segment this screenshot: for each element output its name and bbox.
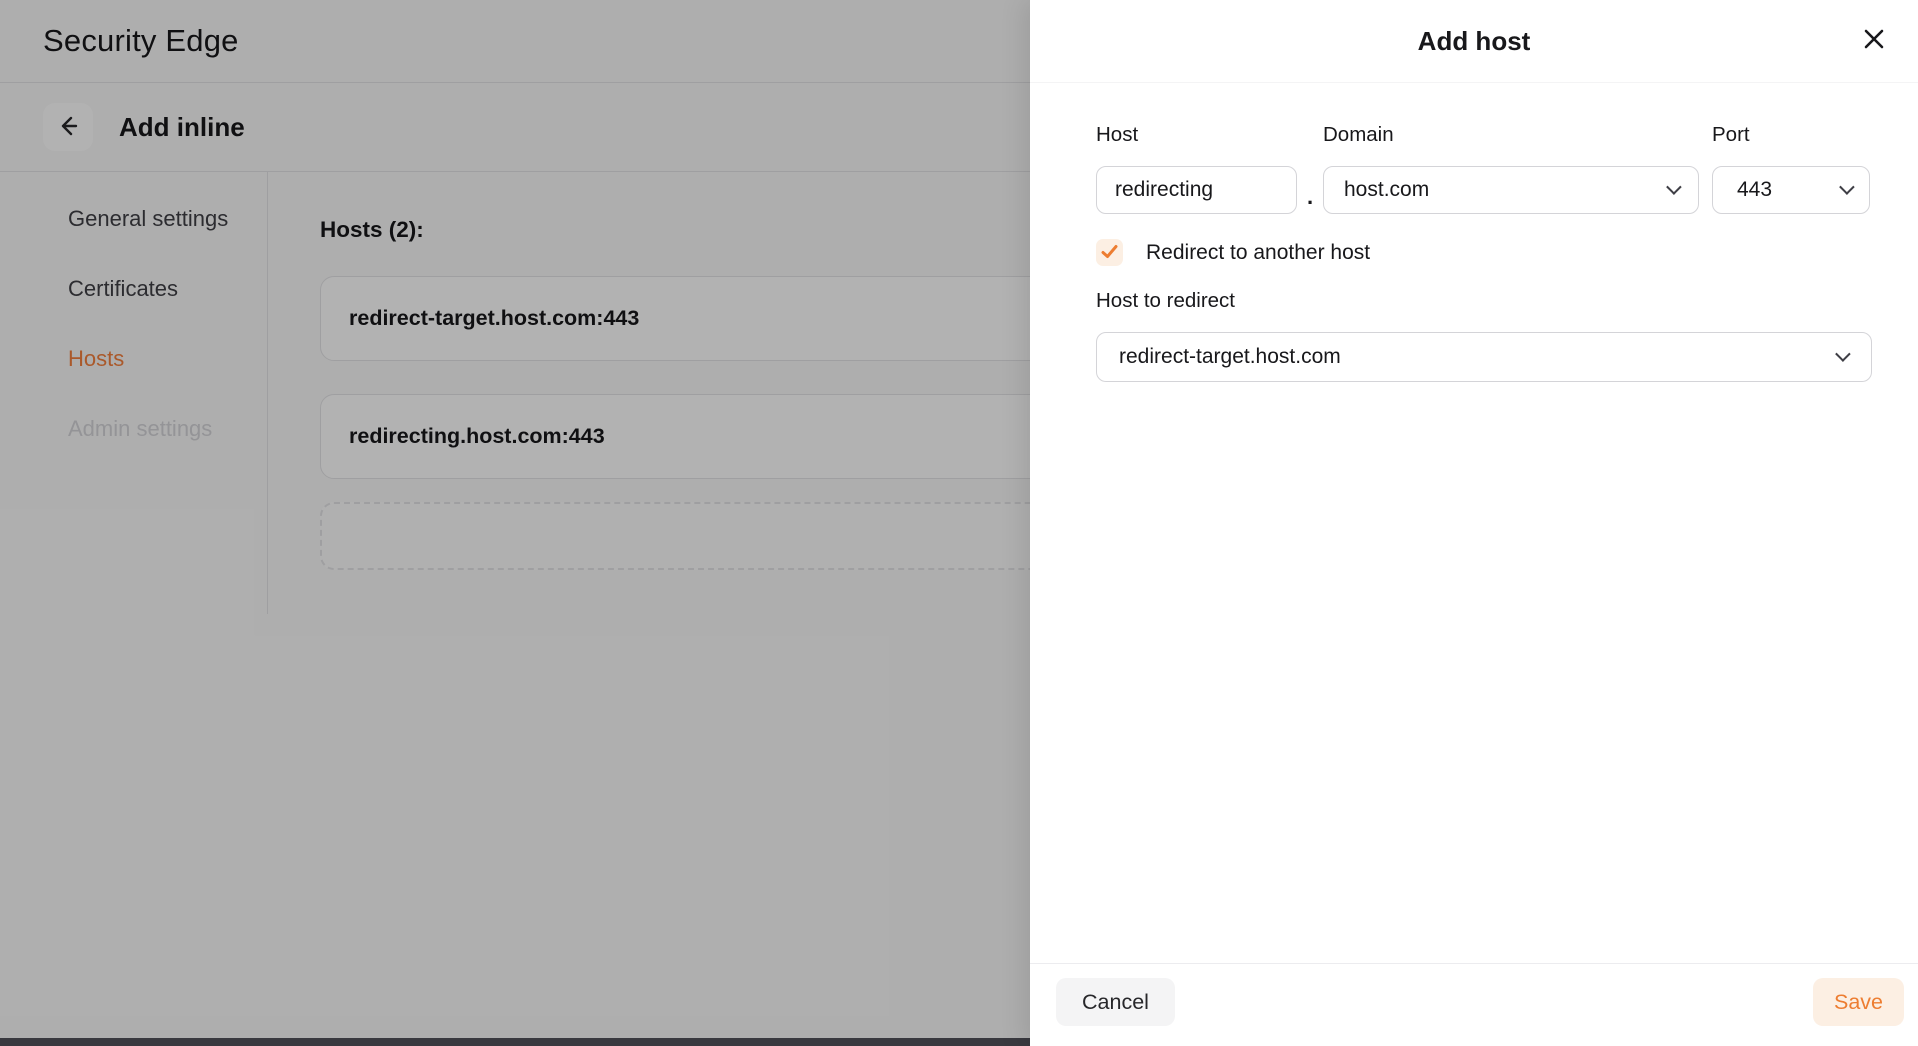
domain-select[interactable]: host.com [1323,166,1699,214]
port-label: Port [1712,123,1872,147]
check-icon [1100,242,1119,264]
chevron-down-icon [1835,346,1851,362]
domain-select-value: host.com [1344,178,1429,202]
cancel-button[interactable]: Cancel [1056,978,1175,1026]
redirect-checkbox-row: Redirect to another host [1096,239,1872,266]
host-to-redirect-label: Host to redirect [1096,289,1872,313]
redirect-checkbox-label[interactable]: Redirect to another host [1146,241,1370,265]
modal-body: Host Domain Port . host.com 443 [1030,83,1918,963]
modal-footer: Cancel Save [1030,963,1918,1046]
host-to-redirect-select[interactable]: redirect-target.host.com [1096,332,1872,382]
host-field-inputs: . host.com 443 [1096,166,1872,214]
close-button[interactable] [1852,18,1896,62]
host-field-labels: Host Domain Port [1096,123,1872,166]
chevron-down-icon [1839,179,1855,195]
save-button[interactable]: Save [1813,978,1904,1026]
host-domain-separator: . [1297,166,1323,214]
modal-title: Add host [1418,26,1531,57]
chevron-down-icon [1666,179,1682,195]
x-icon [1863,28,1885,53]
domain-label: Domain [1323,123,1712,147]
host-label: Host [1096,123,1323,147]
port-select-value: 443 [1737,178,1772,202]
port-select[interactable]: 443 [1712,166,1870,214]
host-to-redirect-value: redirect-target.host.com [1119,345,1341,369]
add-host-modal: Add host Host Domain Port . host.com [1030,0,1918,1046]
redirect-checkbox[interactable] [1096,239,1123,266]
modal-header: Add host [1030,0,1918,83]
host-input[interactable] [1096,166,1297,214]
